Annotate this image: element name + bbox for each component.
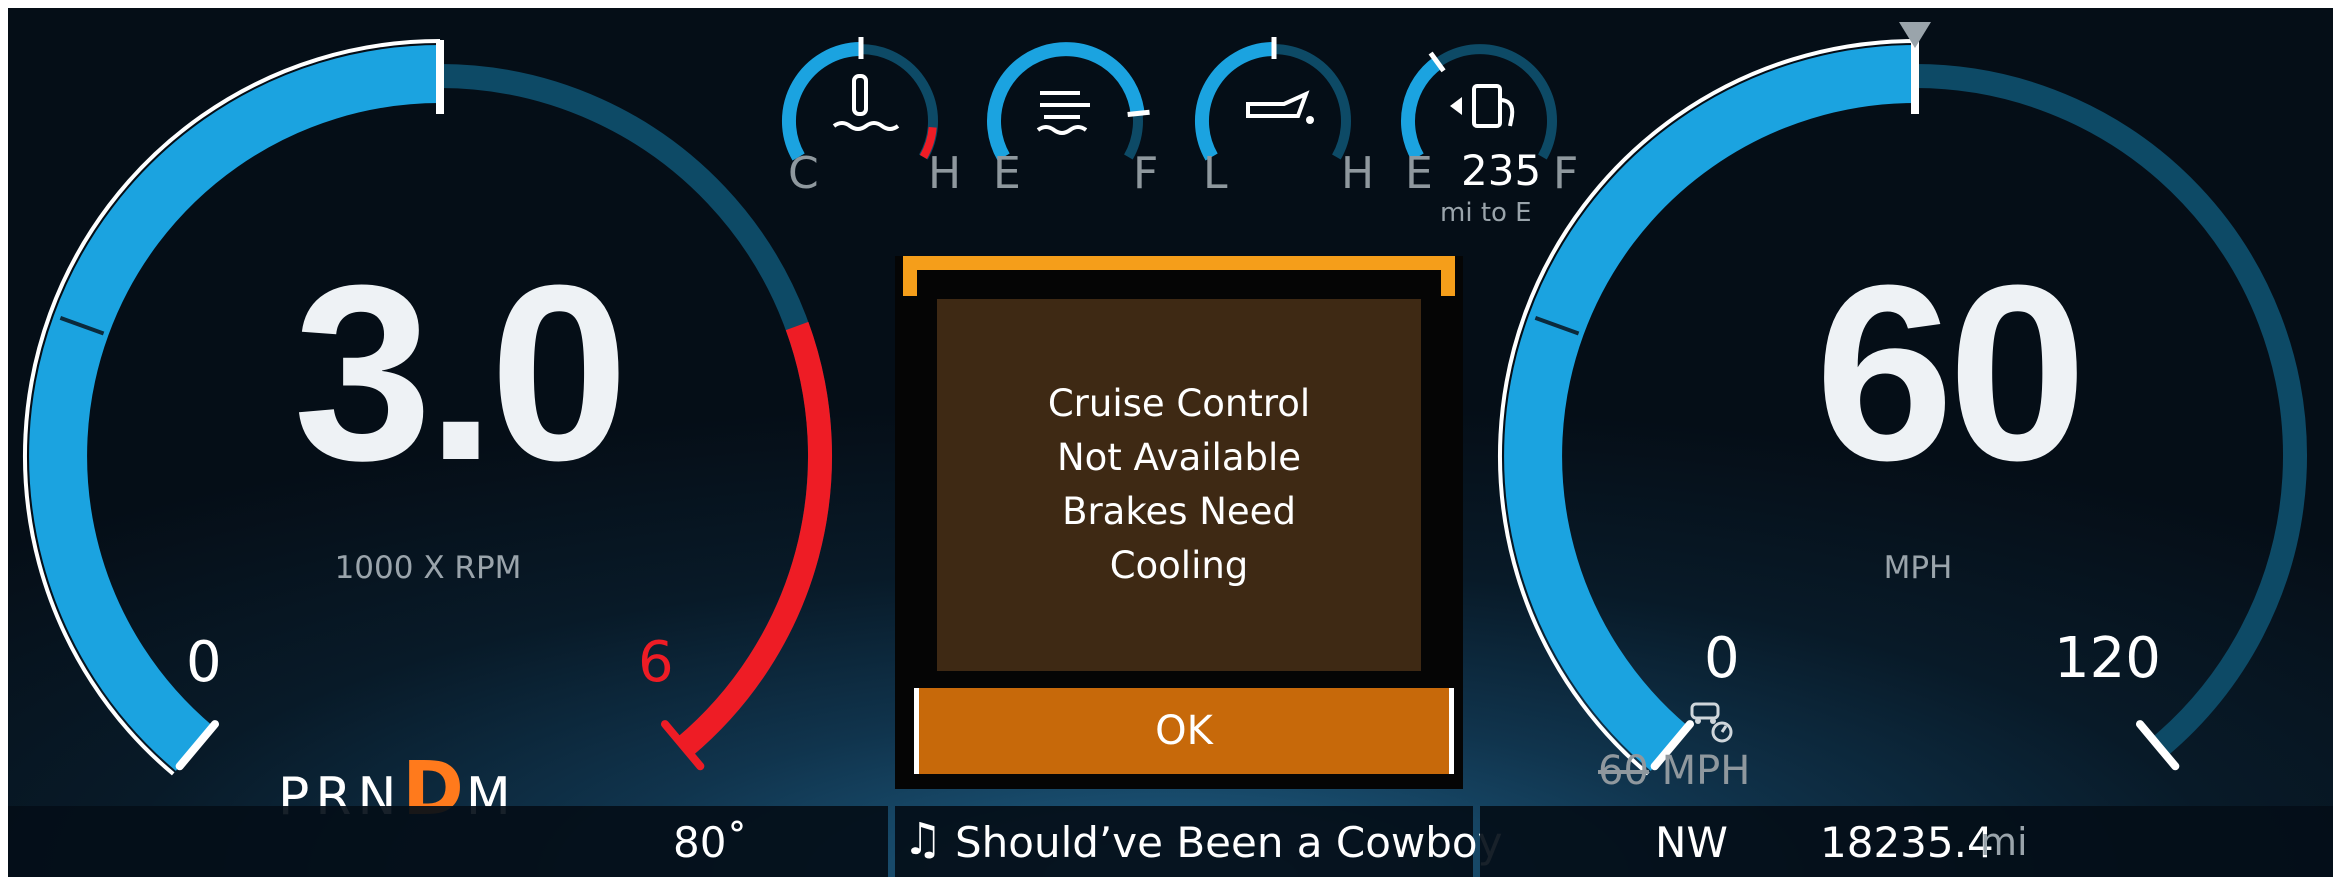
alert-accent-right (1441, 256, 1455, 296)
def-gauge-needle (1127, 109, 1150, 118)
cruise-set-speed-unit: MPH (1661, 748, 1751, 794)
cruise-set-speed-value: 60 (1598, 748, 1649, 794)
tachometer-unit: 1000 X RPM (334, 550, 522, 586)
cluster-panel: 3.0 1000 X RPM 0 6 60 MPH 0 120 60 MPH C… (8, 8, 2333, 877)
compass-heading: NW (1655, 818, 1728, 867)
alert-accent-left (903, 256, 917, 296)
odometer-value: 18235.4 (1820, 818, 1994, 867)
alert-message-box: Cruise Control Not Available Brakes Need… (937, 299, 1421, 671)
status-bar-center: ♫ Should’ve Been a Cowboy (895, 806, 1502, 877)
adaptive-cruise-icon (1686, 698, 1736, 744)
alert-dialog: Cruise Control Not Available Brakes Need… (895, 256, 1463, 789)
alert-message: Cruise Control Not Available Brakes Need… (1047, 382, 1311, 587)
oil-drop-icon (1306, 116, 1314, 124)
speedometer-min-label: 0 (1704, 626, 1740, 691)
cruise-set-speed: 60 MPH (1598, 748, 1750, 794)
tachometer-min-label: 0 (186, 630, 222, 695)
coolant-min-label: C (788, 148, 819, 199)
tachometer-redline (676, 321, 833, 757)
fuel-range-value: 235 (1461, 146, 1542, 195)
outside-temperature: 80˚ (673, 818, 748, 867)
speedometer-max-label: 120 (2054, 626, 2161, 691)
status-bar-left: 80˚ (8, 806, 888, 877)
oil-min-label: L (1203, 148, 1228, 199)
now-playing-track: Should’ve Been a Cowboy (955, 818, 1503, 867)
status-bar-right: NW 18235.4 mi (1480, 806, 2333, 877)
instrument-cluster: 3.0 1000 X RPM 0 6 60 MPH 0 120 60 MPH C… (0, 0, 2341, 879)
fuel-max-label: F (1553, 148, 1579, 199)
coolant-temperature-icon (852, 74, 868, 116)
fuel-gauge-fill (1401, 57, 1443, 161)
fuel-pump-icon (1472, 84, 1502, 128)
speedometer-unit: MPH (1883, 550, 1953, 586)
oil-max-label: H (1341, 148, 1375, 199)
speedometer-value: 60 (1814, 233, 2087, 512)
oil-pressure-icon (1246, 90, 1310, 118)
fuel-door-side-icon (1450, 97, 1462, 115)
ok-button[interactable]: OK (914, 688, 1454, 774)
cruise-marker-icon (1899, 22, 1931, 48)
coolant-max-label: H (928, 148, 962, 199)
odometer-unit: mi (1980, 820, 2028, 864)
coolant-wave-icon (832, 121, 900, 131)
tachometer-max-label: 6 (638, 630, 674, 695)
fuel-min-label: E (1405, 148, 1433, 199)
def-min-label: E (993, 148, 1021, 199)
tachometer-value: 3.0 (293, 233, 629, 512)
def-max-label: F (1133, 148, 1159, 199)
music-note-icon: ♫ (903, 814, 943, 865)
diesel-exhaust-fluid-icon (1040, 91, 1090, 119)
coolant-gauge-fill (782, 42, 862, 161)
alert-accent-bar (903, 256, 1455, 270)
fuel-range-unit: mi to E (1440, 198, 1532, 228)
def-wave-icon (1036, 125, 1088, 135)
